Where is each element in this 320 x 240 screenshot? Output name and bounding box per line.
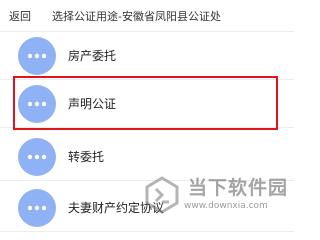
purpose-list: 房产委托 声明公证 转委托 夫妻财产约定协议 — [0, 32, 294, 232]
list-item-label: 夫妻财产约定协议 — [68, 201, 165, 215]
more-dots-icon — [18, 137, 56, 176]
top-bar: 返回 选择公证用途-安徽省凤阳县公证处 — [0, 0, 294, 32]
more-dots-icon — [18, 36, 56, 75]
list-item[interactable]: 房产委托 — [0, 32, 294, 80]
list-item-label: 房产委托 — [68, 49, 117, 63]
more-dots-icon — [18, 84, 56, 123]
list-item-label: 声明公证 — [68, 97, 117, 111]
more-dots-icon — [18, 188, 56, 227]
page-title: 选择公证用途-安徽省凤阳县公证处 — [52, 9, 221, 23]
list-item[interactable]: 夫妻财产约定协议 — [0, 184, 294, 232]
list-item[interactable]: 声明公证 — [0, 80, 294, 128]
back-button[interactable]: 返回 — [9, 8, 43, 24]
list-item[interactable]: 转委托 — [0, 133, 294, 181]
list-item-label: 转委托 — [68, 150, 105, 164]
